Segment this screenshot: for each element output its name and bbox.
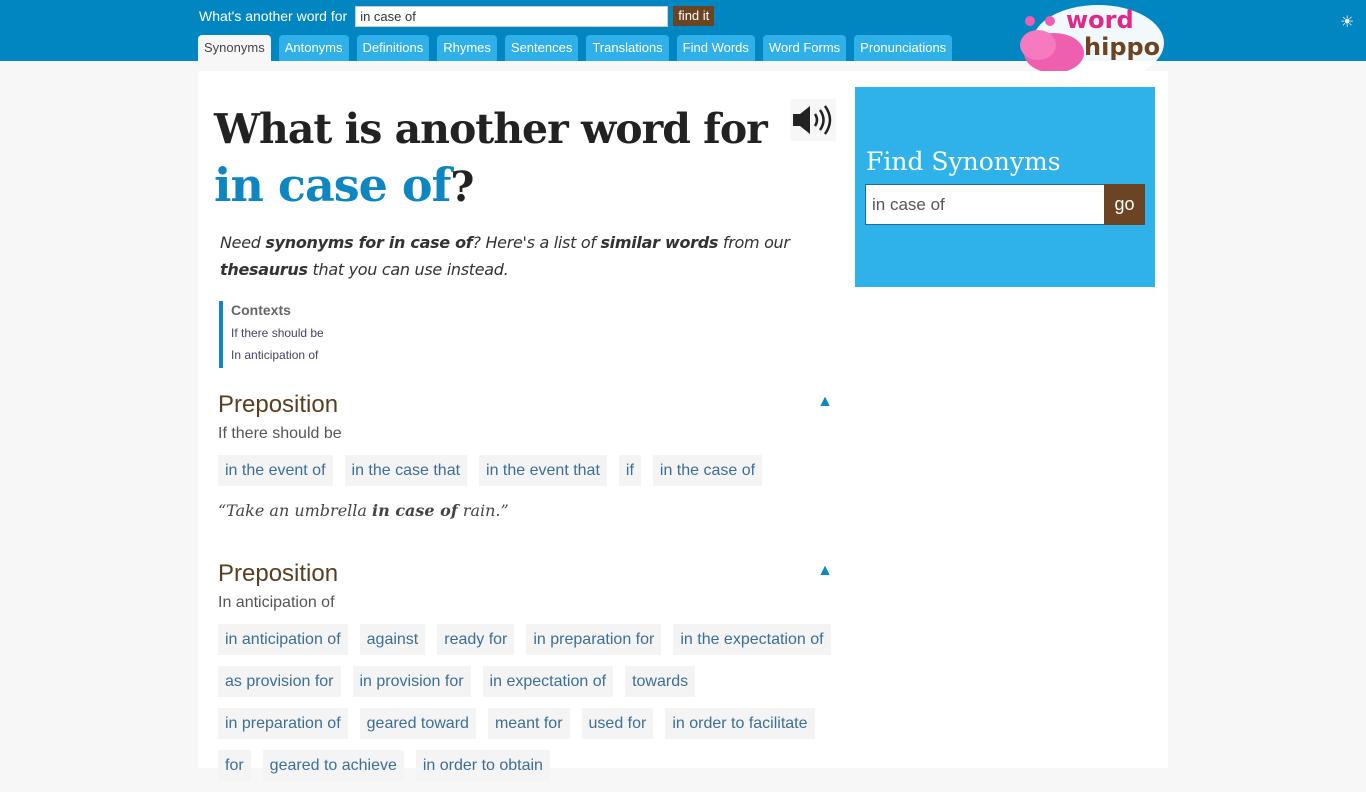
synonym-chip[interactable]: in expectation of [482,666,614,697]
nav-tabs: Synonyms Antonyms Definitions Rhymes Sen… [198,35,960,61]
tab-pronunciations[interactable]: Pronunciations [854,35,953,61]
synonym-chip[interactable]: in the case that [344,455,468,486]
synonym-chip[interactable]: in order to obtain [415,750,550,781]
title-word: in case of [214,158,451,212]
synonym-chip[interactable]: used for [581,708,654,739]
synonym-chip[interactable]: meant for [487,708,570,739]
synonym-chip[interactable]: in anticipation of [218,624,348,655]
logo-word-text: word [1066,6,1134,34]
hippo-ear-icon [1045,16,1055,26]
synonym-chip[interactable]: ready for [437,624,515,655]
tab-find-words[interactable]: Find Words [676,35,755,61]
find-synonyms-box: Find Synonyms go [855,87,1155,287]
hippo-head-icon [1020,30,1056,60]
sense-description: If there should be [218,425,342,442]
example-sentence: “Take an umbrella in case of rain.” [218,501,509,520]
theme-toggle-icon[interactable]: ☀ [1340,12,1354,32]
synonym-chip[interactable]: in the event that [479,455,607,486]
part-of-speech: Preposition [218,391,339,418]
synonym-chip[interactable]: geared to achieve [262,750,404,781]
synonym-chip[interactable]: in preparation for [526,624,662,655]
find-synonyms-title: Find Synonyms [866,147,1061,176]
synonym-chip[interactable]: in the event of [218,455,333,486]
tab-antonyms[interactable]: Antonyms [278,35,349,61]
sense-section: Preposition ▲ If there should be in the … [218,391,843,520]
context-link[interactable]: In anticipation of [231,348,324,362]
synonym-chip[interactable]: as provision for [218,666,341,697]
sense-description: In anticipation of [218,594,335,611]
sense-section: Preposition ▲ In anticipation of in anti… [218,560,843,792]
synonym-chip[interactable]: if [618,455,641,486]
tab-translations[interactable]: Translations [586,35,669,61]
title-prefix: What is another word for [214,105,768,153]
part-of-speech: Preposition [218,560,339,587]
find-it-button[interactable]: find it [673,6,715,26]
tab-definitions[interactable]: Definitions [356,35,430,61]
context-link[interactable]: If there should be [231,326,324,340]
intro-text: Need synonyms for in case of? Here's a l… [220,233,790,279]
find-synonyms-input[interactable] [865,184,1105,225]
synonym-chip[interactable]: in the expectation of [673,624,831,655]
synonym-chip[interactable]: against [359,624,426,655]
title-suffix: ? [450,163,474,211]
tab-word-forms[interactable]: Word Forms [762,35,847,61]
contexts-title: Contexts [231,302,291,318]
tab-synonyms[interactable]: Synonyms [198,35,271,61]
collapse-icon[interactable]: ▲ [817,562,833,580]
logo-hippo-text: hippo [1084,33,1160,61]
tab-sentences[interactable]: Sentences [504,35,579,61]
search-label: What's another word for [199,8,348,24]
collapse-icon[interactable]: ▲ [817,393,833,411]
synonym-chip[interactable]: geared toward [359,708,476,739]
header-search-input[interactable] [355,5,669,27]
synonym-chip[interactable]: in the case of [652,455,763,486]
contexts-list: Contexts If there should be In anticipat… [219,301,324,368]
synonym-chip[interactable]: in preparation of [218,708,348,739]
main-content: What is another word for in case of? Nee… [198,71,1168,781]
page-title: What is another word for in case of? [214,101,774,215]
hippo-ear-icon [1025,16,1035,26]
synonym-list: in the event of in the case that in the … [218,455,843,497]
speaker-icon[interactable] [790,99,836,141]
header-search: What's another word for find it [199,5,715,27]
tab-rhymes[interactable]: Rhymes [437,35,497,61]
synonym-chip[interactable]: for [218,750,251,781]
top-header: What's another word for find it Synonyms… [0,0,1366,81]
synonym-list: in anticipation of against ready for in … [218,624,843,792]
synonym-chip[interactable]: in order to facilitate [665,708,815,739]
synonym-chip[interactable]: towards [625,666,696,697]
synonym-chip[interactable]: in provision for [352,666,471,697]
go-button[interactable]: go [1104,184,1145,225]
